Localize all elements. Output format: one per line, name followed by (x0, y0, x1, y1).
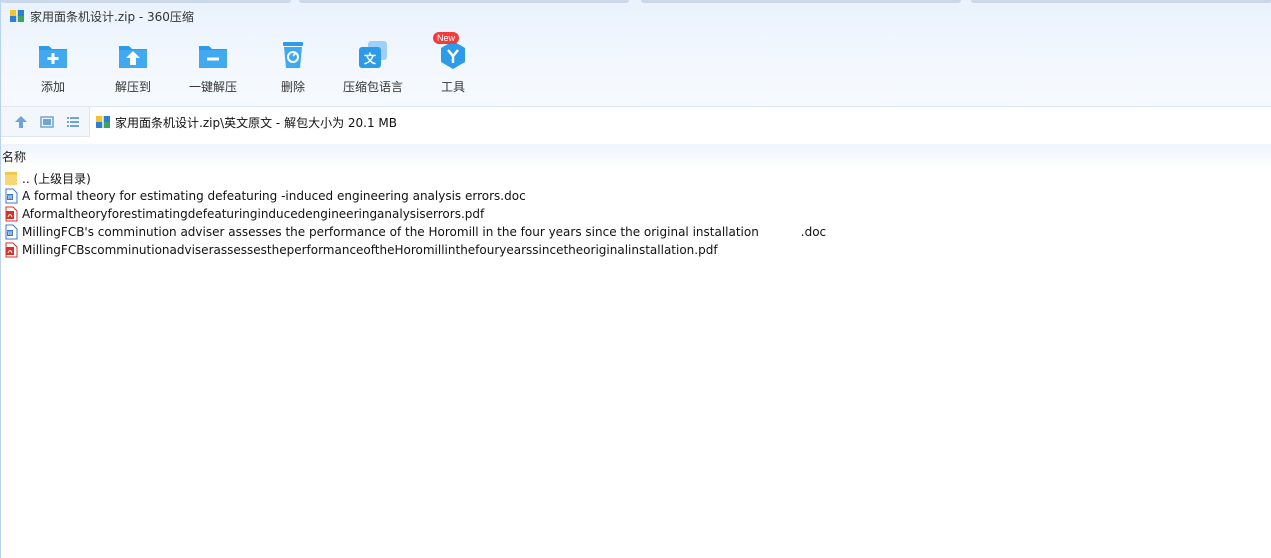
new-badge: New (433, 32, 460, 44)
address-field[interactable]: 家用面条机设计.zip\英文原文 - 解包大小为 20.1 MB (89, 107, 1271, 137)
tools-button[interactable]: New 工具 (413, 32, 493, 98)
add-icon (39, 46, 67, 68)
up-arrow-icon[interactable] (13, 114, 29, 130)
file-name: MillingFCB's comminution adviser assesse… (22, 225, 827, 239)
file-rows: .. (上级目录) W A formal theory for estimati… (1, 169, 826, 259)
delete-label: 删除 (280, 80, 305, 94)
list-item[interactable]: W MillingFCB's comminution adviser asses… (1, 223, 826, 241)
folder-icon (5, 172, 17, 185)
address-path: 家用面条机设计.zip\英文原文 - 解包大小为 20.1 MB (115, 115, 398, 130)
list-view-icon[interactable] (65, 114, 81, 130)
zip-archive-icon (96, 116, 110, 128)
svg-text:文: 文 (364, 51, 377, 66)
list-item[interactable]: .. (上级目录) (1, 169, 826, 187)
svg-text:W: W (8, 195, 13, 201)
list-item[interactable]: MillingFCBscomminutionadviserassessesthe… (1, 241, 826, 259)
toolbar: 添加 解压到 一键解压 删除 文 压缩包语言 New 工具 (13, 32, 493, 98)
list-item[interactable]: W A formal theory for estimating defeatu… (1, 187, 826, 205)
top-area: 家用面条机设计.zip - 360压缩 添加 解压到 一键解压 删除 文 压缩包… (1, 0, 1271, 106)
title-bar: 家用面条机设计.zip - 360压缩 (1, 0, 1271, 32)
add-label: 添加 (40, 80, 65, 94)
extract-to-label: 解压到 (114, 80, 151, 94)
word-doc-icon: W (5, 224, 18, 240)
delete-icon (283, 42, 303, 68)
file-name: Aformaltheoryforestimatingdefeaturingind… (22, 207, 485, 221)
file-list: 名称 .. (上级目录) W A formal theory for estim… (1, 144, 1271, 558)
tools-label: 工具 (440, 80, 465, 94)
add-button[interactable]: 添加 (13, 38, 93, 98)
archive-language-label: 压缩包语言 (342, 80, 403, 94)
column-header-name[interactable]: 名称 (1, 144, 1271, 168)
extract-to-button[interactable]: 解压到 (93, 38, 173, 98)
quick-extract-icon (199, 46, 227, 68)
language-icon: 文 (359, 41, 387, 68)
word-doc-icon: W (5, 188, 18, 204)
thumbnail-view-icon[interactable] (39, 114, 55, 130)
file-name: A formal theory for estimating defeaturi… (22, 189, 526, 203)
file-name: MillingFCBscomminutionadviserassessesthe… (22, 243, 718, 257)
quick-extract-label: 一键解压 (188, 80, 237, 94)
svg-text:W: W (8, 231, 13, 237)
quick-extract-button[interactable]: 一键解压 (173, 38, 253, 98)
delete-button[interactable]: 删除 (253, 38, 333, 98)
window-title: 家用面条机设计.zip - 360压缩 (30, 9, 194, 24)
zip-app-icon (10, 10, 24, 22)
pdf-icon (5, 242, 18, 258)
file-name: .. (上级目录) (22, 171, 91, 186)
archive-language-button[interactable]: 文 压缩包语言 (333, 38, 413, 98)
pdf-icon (5, 206, 18, 222)
list-item[interactable]: Aformaltheoryforestimatingdefeaturingind… (1, 205, 826, 223)
extract-to-icon (119, 46, 147, 68)
app-window: 家用面条机设计.zip - 360压缩 添加 解压到 一键解压 删除 文 压缩包… (0, 0, 1271, 558)
address-bar: 家用面条机设计.zip\英文原文 - 解包大小为 20.1 MB (1, 106, 1271, 137)
